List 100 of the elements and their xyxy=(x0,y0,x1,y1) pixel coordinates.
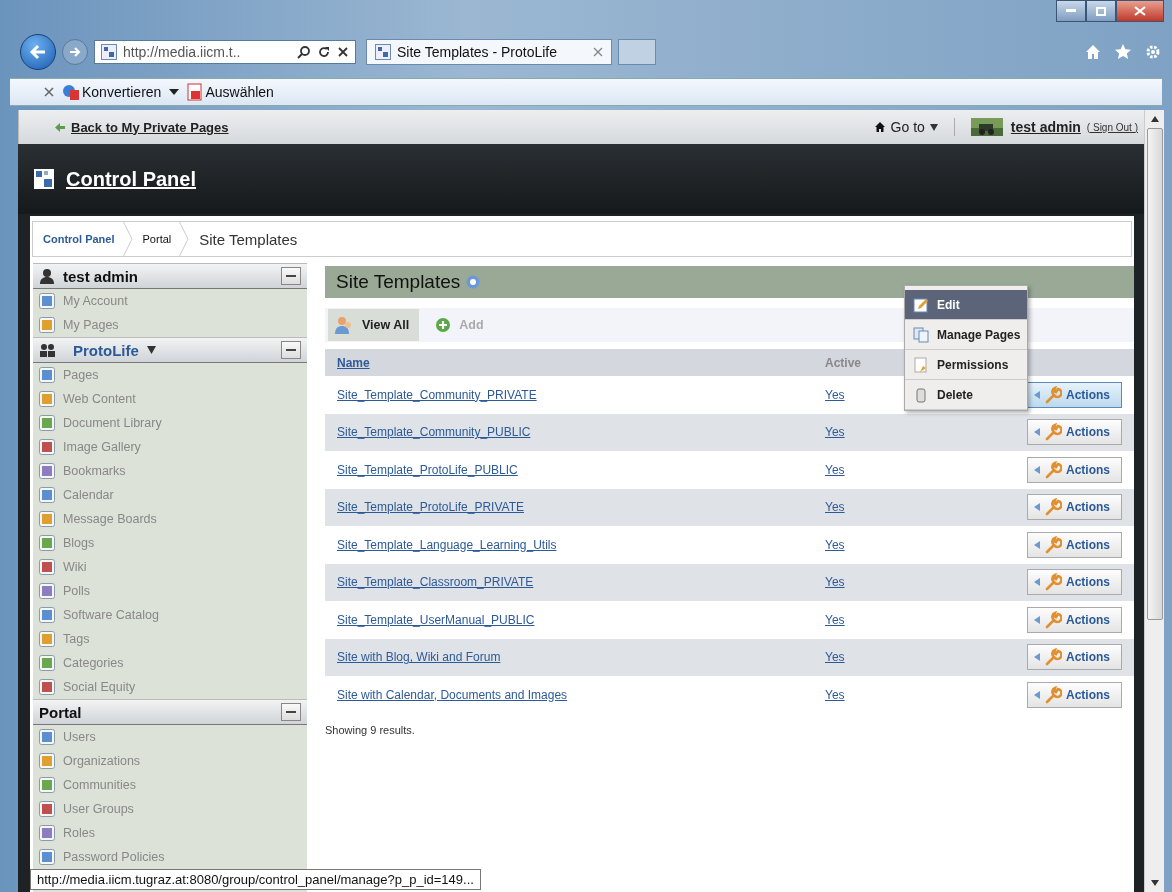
actions-button[interactable]: Actions xyxy=(1027,569,1122,596)
actions-button[interactable]: Actions xyxy=(1027,494,1122,521)
tile-icon xyxy=(39,631,55,647)
scroll-down-icon[interactable] xyxy=(1150,880,1159,886)
active-link[interactable]: Yes xyxy=(825,650,845,665)
sign-out-link[interactable]: ( Sign Out ) xyxy=(1086,121,1138,133)
home-icon xyxy=(873,121,886,133)
actions-button[interactable]: Actions xyxy=(1027,531,1122,558)
wrench-icon xyxy=(1044,610,1062,629)
forward-button[interactable] xyxy=(62,39,88,65)
logo-icon xyxy=(34,169,54,189)
actions-button[interactable]: Actions xyxy=(1027,419,1122,446)
minus-icon xyxy=(286,711,296,713)
close-icon xyxy=(1134,6,1146,16)
caret-icon[interactable] xyxy=(146,346,156,354)
tile-icon xyxy=(39,583,55,599)
collapse-button[interactable] xyxy=(281,341,301,359)
close-window-button[interactable] xyxy=(1116,0,1164,22)
caret-icon xyxy=(1034,653,1040,662)
actions-button[interactable]: Actions xyxy=(1027,644,1122,671)
tile-icon xyxy=(39,487,55,503)
minus-icon xyxy=(286,275,296,277)
menu-item[interactable]: Manage Pages xyxy=(905,320,1027,350)
breadcrumb-link[interactable]: Control Panel xyxy=(33,233,123,245)
template-link[interactable]: Site with Calendar, Documents and Images xyxy=(337,687,568,702)
tile-icon xyxy=(39,415,55,431)
template-link[interactable]: Site_Template_ProtoLife_PRIVATE xyxy=(337,500,524,515)
select-button[interactable]: Auswählen xyxy=(187,83,274,101)
caret-icon xyxy=(1034,465,1040,474)
tile-icon xyxy=(39,655,55,671)
tile-icon xyxy=(39,753,55,769)
active-link[interactable]: Yes xyxy=(825,387,845,402)
favicon-icon xyxy=(375,44,391,60)
goto-menu[interactable]: Go to xyxy=(873,119,938,135)
page-title[interactable]: Control Panel xyxy=(66,167,196,191)
arrow-icon xyxy=(68,45,82,59)
wrench-icon xyxy=(1044,535,1062,554)
template-link[interactable]: Site_Template_ProtoLife_PUBLIC xyxy=(337,462,518,477)
close-icon[interactable] xyxy=(337,46,349,58)
person-icon xyxy=(39,268,55,284)
active-link[interactable]: Yes xyxy=(825,575,845,590)
minus-icon xyxy=(286,349,296,351)
template-link[interactable]: Site_Template_Classroom_PRIVATE xyxy=(337,575,534,590)
menu-item[interactable]: Edit xyxy=(905,290,1027,320)
active-link[interactable]: Yes xyxy=(825,500,845,515)
scrollbar[interactable] xyxy=(1144,110,1164,892)
search-icon[interactable] xyxy=(297,45,311,59)
minimize-button[interactable] xyxy=(1056,0,1086,22)
column-header[interactable]: Name xyxy=(325,355,825,370)
people-icon xyxy=(39,343,57,357)
star-icon[interactable] xyxy=(1114,43,1132,61)
portlet-title: Site Templates xyxy=(336,271,461,293)
maximize-icon xyxy=(1096,6,1106,16)
home-icon[interactable] xyxy=(1084,43,1102,61)
settings-icon[interactable] xyxy=(1144,43,1162,61)
active-link[interactable]: Yes xyxy=(825,462,845,477)
wrench-icon xyxy=(1044,648,1062,667)
active-link[interactable]: Yes xyxy=(825,612,845,627)
collapse-button[interactable] xyxy=(281,703,301,721)
caret-icon[interactable] xyxy=(169,89,180,95)
browser-tab[interactable]: Site Templates - ProtoLife xyxy=(366,39,612,65)
user-link[interactable]: test admin xyxy=(1010,119,1081,135)
convert-button[interactable]: Konvertieren xyxy=(62,84,162,100)
menu-item[interactable]: Permissions xyxy=(905,350,1027,380)
caret-icon xyxy=(1034,615,1040,624)
template-link[interactable]: Site_Template_Community_PUBLIC xyxy=(337,425,531,440)
wrench-icon xyxy=(1044,385,1062,404)
template-link[interactable]: Site with Blog, Wiki and Forum xyxy=(337,650,501,665)
scroll-up-icon[interactable] xyxy=(1150,116,1159,122)
actions-button[interactable]: Actions xyxy=(1027,681,1122,708)
template-link[interactable]: Site_Template_Community_PRIVATE xyxy=(337,387,537,402)
active-link[interactable]: Yes xyxy=(825,687,845,702)
actions-button[interactable]: Actions xyxy=(1027,606,1122,633)
caret-icon xyxy=(1034,390,1040,399)
menu-item[interactable]: Delete xyxy=(905,380,1027,410)
section-header[interactable]: Portal xyxy=(33,699,307,725)
maximize-button[interactable] xyxy=(1086,0,1116,22)
wrench-icon xyxy=(1044,573,1062,592)
wrench-icon xyxy=(1044,423,1062,442)
tile-icon xyxy=(39,511,55,527)
view-all-tab[interactable]: View All xyxy=(328,309,420,341)
template-link[interactable]: Site_Template_UserManual_PUBLIC xyxy=(337,612,535,627)
tile-icon xyxy=(39,607,55,623)
actions-button[interactable]: Actions xyxy=(1027,456,1122,483)
address-bar[interactable]: http://media.iicm.t.. xyxy=(94,40,356,64)
breadcrumb-link[interactable]: Portal xyxy=(132,233,180,245)
active-link[interactable]: Yes xyxy=(825,425,845,440)
tile-icon xyxy=(39,729,55,745)
actions-button[interactable]: Actions xyxy=(1027,381,1122,408)
caret-icon xyxy=(1034,503,1040,512)
pencil-icon xyxy=(913,296,929,313)
section-header[interactable]: test admin xyxy=(33,263,307,289)
section-header[interactable]: ProtoLife xyxy=(33,337,307,363)
template-link[interactable]: Site_Template_Language_Learning_Utils xyxy=(337,537,557,552)
caret-icon xyxy=(1034,578,1040,587)
active-link[interactable]: Yes xyxy=(825,537,845,552)
back-link[interactable]: Back to My Private Pages xyxy=(71,119,229,135)
refresh-icon[interactable] xyxy=(317,45,331,59)
collapse-button[interactable] xyxy=(281,267,301,285)
back-button[interactable] xyxy=(20,34,56,70)
